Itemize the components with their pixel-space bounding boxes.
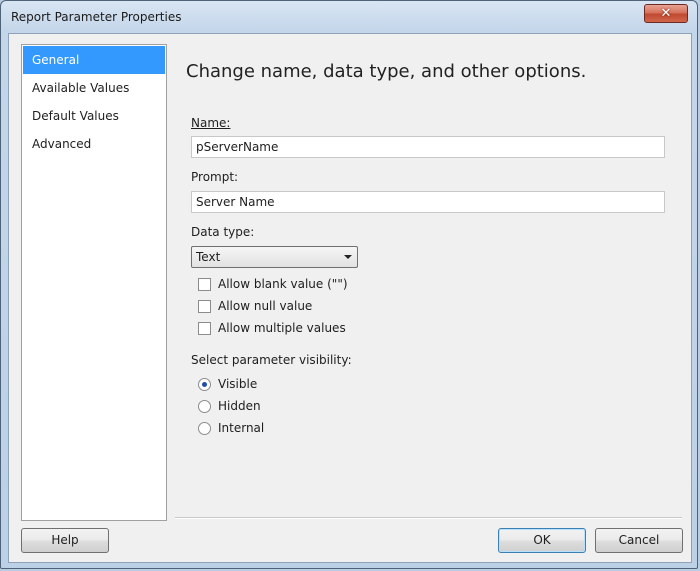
allow-null-checkbox[interactable]: Allow null value	[198, 298, 312, 314]
radio-button[interactable]	[198, 377, 211, 391]
prompt-field[interactable]: Server Name	[191, 191, 665, 213]
page-nav: General Available Values Default Values …	[21, 44, 167, 521]
cancel-button[interactable]: Cancel	[595, 528, 683, 553]
radio-button[interactable]	[198, 399, 211, 413]
allow-null-label: Allow null value	[218, 299, 313, 313]
allow-multiple-label: Allow multiple values	[218, 321, 346, 335]
chevron-down-icon	[344, 255, 352, 259]
internal-label: Internal	[218, 421, 265, 435]
checkbox-box[interactable]	[198, 321, 211, 335]
nav-item-advanced[interactable]: Advanced	[22, 130, 166, 158]
checkbox-box[interactable]	[198, 277, 211, 291]
checkbox-box[interactable]	[198, 299, 211, 313]
prompt-label-text: Prompt:	[191, 170, 239, 184]
data-type-select[interactable]: Text	[191, 246, 358, 268]
dialog-body: General Available Values Default Values …	[8, 33, 692, 563]
visibility-visible-radio[interactable]: Visible	[198, 376, 257, 392]
visibility-label: Select parameter visibility:	[191, 353, 352, 367]
allow-blank-checkbox[interactable]: Allow blank value ("")	[198, 276, 348, 292]
dialog-window: Report Parameter Properties ✕ General Av…	[0, 0, 698, 569]
allow-blank-label: Allow blank value ("")	[218, 277, 348, 291]
ok-button[interactable]: OK	[498, 528, 586, 553]
visibility-hidden-radio[interactable]: Hidden	[198, 398, 261, 414]
footer-separator	[175, 517, 682, 519]
radio-button[interactable]	[198, 421, 211, 435]
nav-item-available-values[interactable]: Available Values	[22, 74, 166, 102]
close-icon: ✕	[660, 6, 672, 21]
nav-item-general[interactable]: General	[23, 46, 165, 74]
title-bar[interactable]: Report Parameter Properties ✕	[1, 1, 697, 33]
window-title: Report Parameter Properties	[11, 10, 182, 24]
close-button[interactable]: ✕	[644, 4, 688, 23]
name-field[interactable]: pServerName	[191, 136, 665, 158]
nav-item-default-values[interactable]: Default Values	[22, 102, 166, 130]
name-label-text: Name:	[191, 116, 231, 130]
page-title: Change name, data type, and other option…	[186, 61, 587, 82]
name-label: Name:	[191, 116, 230, 130]
hidden-label: Hidden	[218, 399, 261, 413]
visible-label: Visible	[218, 377, 258, 391]
visibility-internal-radio[interactable]: Internal	[198, 420, 264, 436]
data-type-label-text: Data type:	[191, 225, 255, 239]
data-type-label: Data type:	[191, 225, 254, 239]
data-type-value: Text	[196, 250, 221, 264]
prompt-label: Prompt:	[191, 170, 238, 184]
help-button[interactable]: Help	[21, 528, 109, 553]
allow-multiple-checkbox[interactable]: Allow multiple values	[198, 320, 346, 336]
